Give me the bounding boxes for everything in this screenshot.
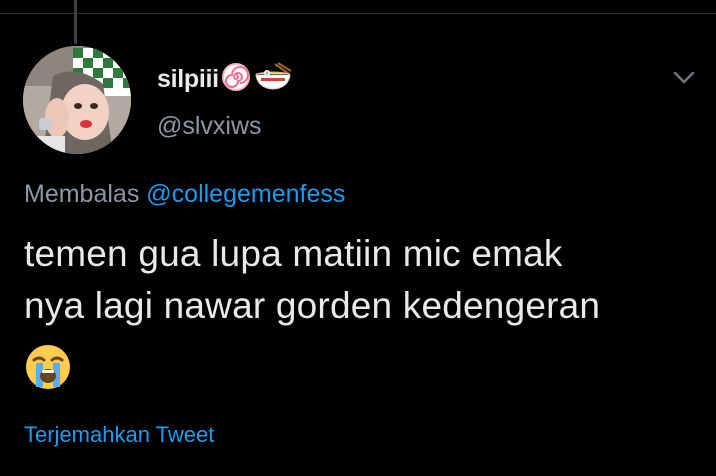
reply-mention-link[interactable]: @collegemenfess [146,180,345,208]
user-handle[interactable]: @slvxiws [157,112,262,141]
loudly-crying-face-emoji-icon [24,343,72,396]
narutomaki-emoji-icon [221,62,251,97]
tweet-text-line: temen gua lupa matiin mic emak [24,233,563,274]
tweet-text-line: nya lagi nawar gorden kedengeran [24,285,601,326]
more-options-button[interactable] [668,62,700,94]
tweet-text: temen gua lupa matiin mic emak nya lagi … [24,228,704,332]
top-divider [0,13,716,14]
chevron-down-icon [673,71,695,84]
reply-prefix: Membalas [24,180,140,208]
ramen-emoji-icon [253,61,293,97]
thread-connector-line [74,0,77,44]
translate-tweet-link[interactable]: Terjemahkan Tweet [24,422,214,448]
reply-context: Membalas @collegemenfess [24,180,345,209]
avatar[interactable] [23,46,131,154]
display-name-row[interactable]: silpiii [157,60,293,98]
display-name[interactable]: silpiii [157,65,219,94]
